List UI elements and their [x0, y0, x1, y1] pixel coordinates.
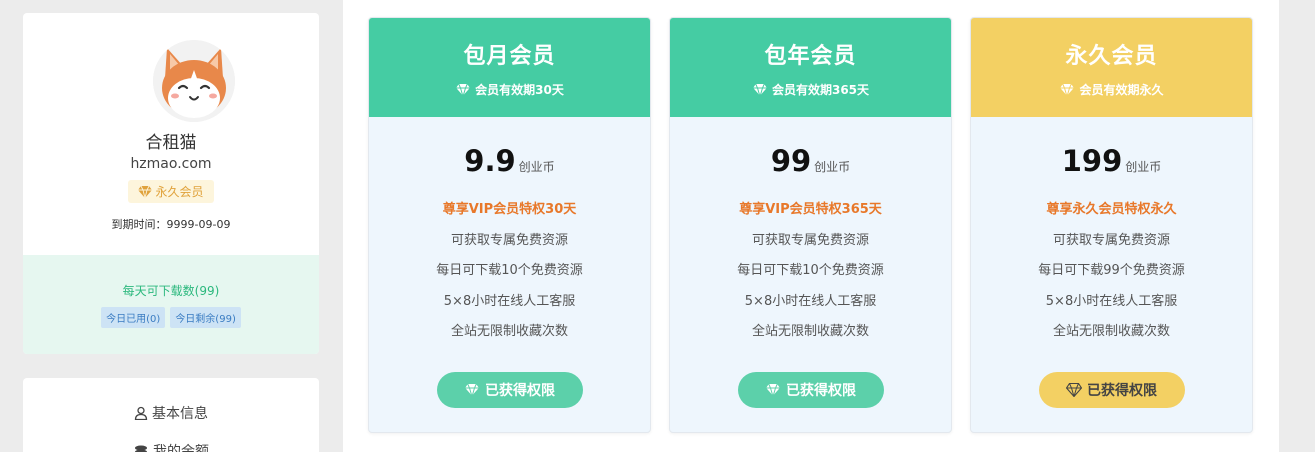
- diamond-icon: [751, 82, 768, 97]
- profile-card: 合租猫 hzmao.com 永久会员 到期时间：9999-09-09 每天可下载…: [23, 13, 319, 354]
- plan-feature: 全站无限制收藏次数: [1052, 324, 1170, 339]
- account-menu: 基本信息 我的余额: [23, 378, 319, 452]
- price-value: 9.9: [464, 144, 516, 178]
- user-icon: [134, 406, 148, 420]
- plan-name: 包年会员: [764, 44, 857, 69]
- price-unit: 创业币: [814, 160, 851, 174]
- plan-header: 包月会员会员有效期30天: [369, 18, 650, 117]
- obtained-permission-button[interactable]: 已获得权限: [436, 372, 583, 408]
- plan-feature: 5×8小时在线人工客服: [443, 294, 576, 309]
- plan-feature: 5×8小时在线人工客服: [744, 294, 877, 309]
- plan-feature: 可获取专属免费资源: [1052, 233, 1170, 248]
- diamond-icon: [1066, 383, 1082, 397]
- cat-avatar-icon: [153, 40, 235, 122]
- button-label: 已获得权限: [485, 382, 555, 398]
- used-today-tag: 今日已用(0): [101, 307, 166, 328]
- plan-price: 99 创业币: [670, 144, 951, 178]
- obtained-permission-button[interactable]: 已获得权限: [737, 372, 884, 408]
- menu-item-label: 基本信息: [152, 406, 208, 422]
- vip-badge: 永久会员: [128, 180, 214, 203]
- plan-feature: 尊享VIP会员特权30天: [442, 202, 577, 217]
- plan-period: 会员有效期365天: [670, 81, 951, 98]
- plan-name: 永久会员: [1065, 44, 1158, 69]
- plan-period-label: 会员有效期永久: [1079, 83, 1164, 97]
- plan-feature: 每日可下载99个免费资源: [1038, 263, 1185, 278]
- plan-price: 9.9 创业币: [369, 144, 650, 178]
- diamond-icon: [138, 185, 153, 198]
- plan-header: 永久会员会员有效期永久: [971, 18, 1252, 117]
- site-domain: hzmao.com: [130, 156, 212, 172]
- plan-feature: 全站无限制收藏次数: [751, 324, 869, 339]
- price-value: 99: [770, 144, 812, 178]
- menu-item-balance[interactable]: 我的余额: [23, 441, 319, 452]
- plan-feature: 每日可下载10个免费资源: [436, 263, 583, 278]
- plan-feature: 5×8小时在线人工客服: [1045, 294, 1178, 309]
- plan-card: 包月会员会员有效期30天 9.9 创业币尊享VIP会员特权30天 可获取专属免费资源每…: [368, 17, 651, 433]
- plan-card: 永久会员会员有效期永久 199 创业币尊享永久会员特权永久 可获取专属免费资源 每日可下…: [970, 17, 1253, 433]
- plan-period: 会员有效期永久: [971, 81, 1252, 98]
- plan-feature: 可获取专属免费资源: [751, 233, 869, 248]
- plan-name: 包月会员: [463, 44, 556, 69]
- diamond-icon: [455, 82, 472, 97]
- button-label: 已获得权限: [786, 382, 856, 398]
- username: 合租猫: [145, 133, 197, 153]
- obtained-permission-button[interactable]: 已获得权限: [1038, 372, 1185, 408]
- price-unit: 创业币: [1125, 160, 1162, 174]
- avatar[interactable]: [153, 40, 235, 122]
- diamond-icon: [765, 383, 781, 397]
- remaining-today-tag: 今日剩余(99): [170, 307, 241, 328]
- plan-period-label: 会员有效期30天: [475, 83, 564, 97]
- plan-header: 包年会员会员有效期365天: [670, 18, 951, 117]
- plan-feature: 每日可下载10个免费资源: [737, 263, 884, 278]
- price-value: 199: [1061, 144, 1123, 178]
- menu-item-basic-info[interactable]: 基本信息: [23, 403, 319, 423]
- download-quota-title: 每天可下载数(99): [122, 284, 220, 298]
- diamond-icon: [1059, 82, 1076, 97]
- plan-feature: 尊享VIP会员特权365天: [739, 202, 882, 217]
- plan-feature: 尊享永久会员特权永久: [1046, 202, 1177, 217]
- expire-date: 到期时间：9999-09-09: [111, 218, 231, 231]
- plan-feature: 可获取专属免费资源: [450, 233, 568, 248]
- plan-price: 199 创业币: [971, 144, 1252, 178]
- plan-card: 包年会员会员有效期365天 99 创业币尊享VIP会员特权365天 可获取专属免费资源…: [669, 17, 952, 433]
- price-unit: 创业币: [518, 160, 555, 174]
- menu-item-label: 我的余额: [153, 444, 209, 452]
- diamond-icon: [464, 383, 480, 397]
- button-label: 已获得权限: [1087, 382, 1157, 398]
- coins-icon: [135, 445, 147, 452]
- plan-feature: 全站无限制收藏次数: [450, 324, 568, 339]
- plan-period: 会员有效期30天: [369, 81, 650, 98]
- plan-period-label: 会员有效期365天: [771, 83, 870, 97]
- vip-plans-panel: 包月会员 会员有效期30天 9.9 创业币 尊享VIP会员特权30天 可获取专属免费资源每…: [343, 0, 1279, 452]
- download-quota: 每天可下载数(99) 今日已用(0) 今日剩余(99): [23, 255, 319, 354]
- vip-badge-label: 永久会员: [155, 185, 204, 199]
